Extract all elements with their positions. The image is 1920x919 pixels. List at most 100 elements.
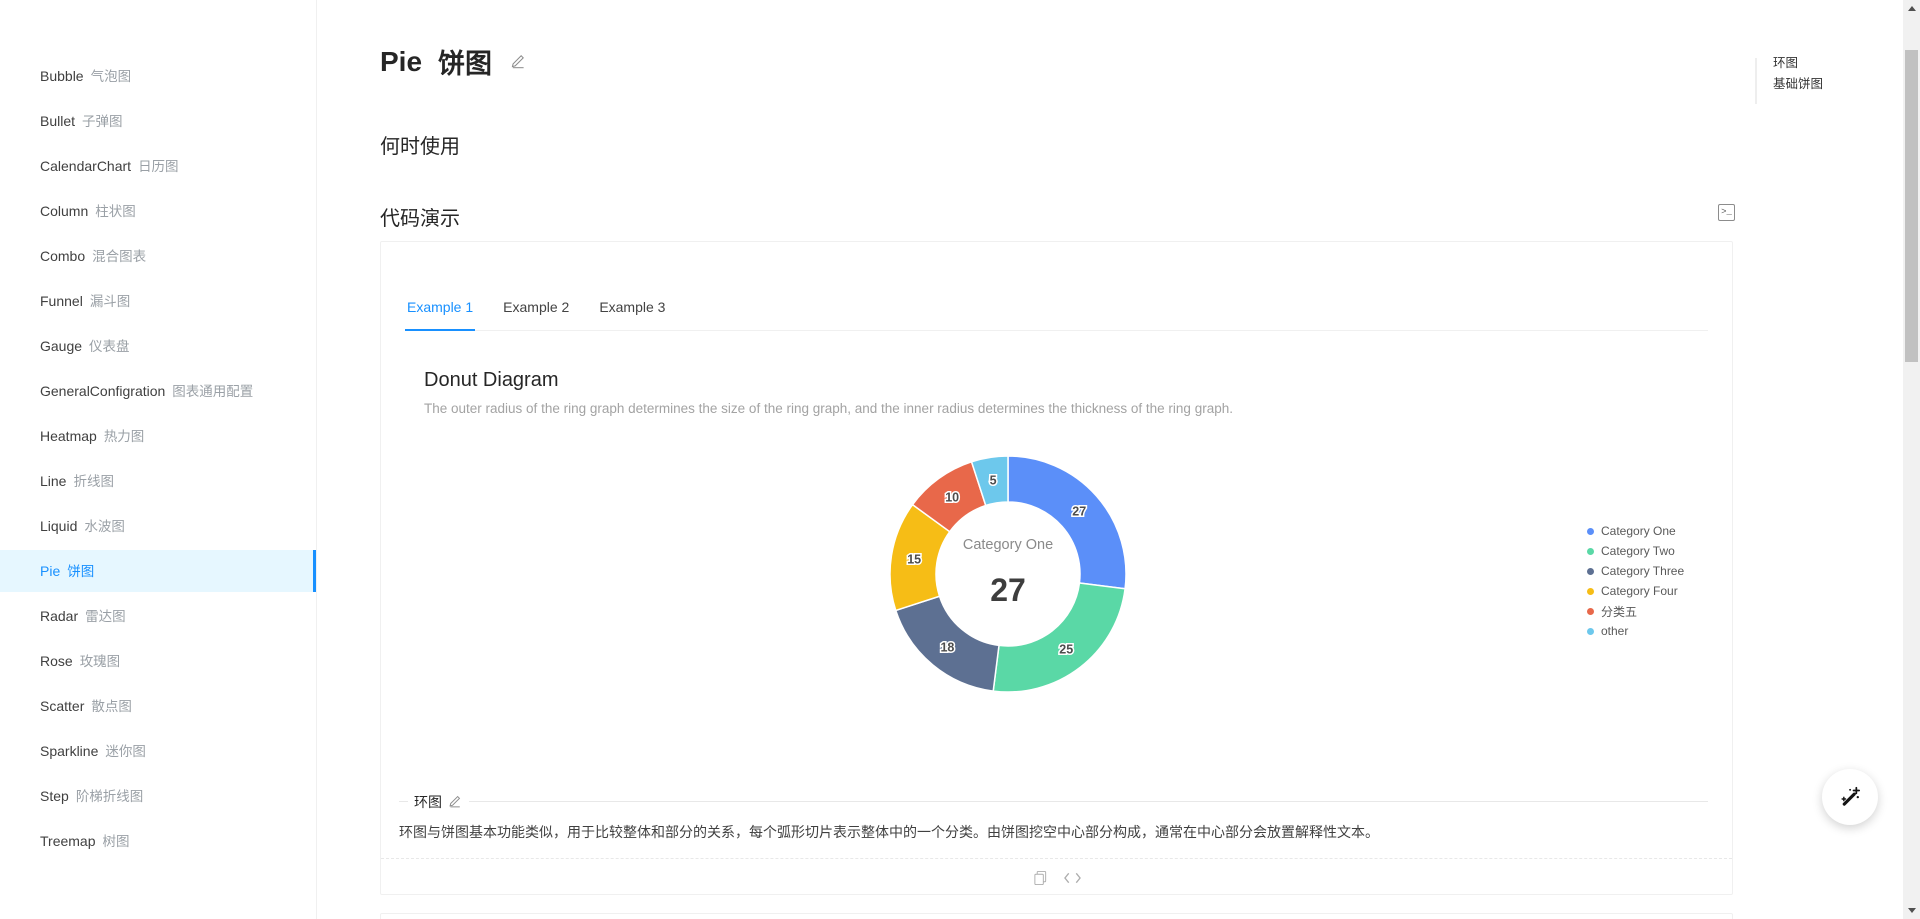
section-code-demo: 代码演示 <box>380 208 460 230</box>
sidebar-item-generalconfigration[interactable]: GeneralConfigration 图表通用配置 <box>0 370 316 412</box>
divider-line <box>469 801 1708 802</box>
magic-wand-icon <box>1838 785 1863 810</box>
sidebar-item-label-en: Bullet <box>40 113 76 129</box>
anchor-link-ring[interactable]: 环图 <box>1773 56 1823 71</box>
legend-label: Category One <box>1601 524 1676 538</box>
legend-dot <box>1587 527 1594 535</box>
sidebar-item-label-zh: 玫瑰图 <box>79 654 121 669</box>
anchor-rail <box>1755 58 1757 104</box>
scrollbar-thumb[interactable] <box>1905 50 1918 362</box>
sidebar-item-label-zh: 折线图 <box>73 474 114 489</box>
anchor-nav: 环图 基础饼图 <box>1755 56 1823 104</box>
magic-wand-fab[interactable] <box>1822 769 1878 825</box>
page: Bubble 气泡图 Bullet 子弹图 CalendarChart 日历图 Column… <box>0 0 1920 919</box>
divider-line <box>399 801 408 802</box>
sidebar-item-bullet[interactable]: Bullet 子弹图 <box>0 100 316 142</box>
sidebar-item-label-en: Combo <box>40 248 86 264</box>
sidebar-item-label-en: Rose <box>40 653 73 669</box>
sidebar-item-label-zh: 雷达图 <box>85 609 126 624</box>
anchor-link-basic-pie[interactable]: 基础饼图 <box>1773 77 1823 92</box>
card-actions <box>381 859 1732 896</box>
legend-label: 分类五 <box>1601 604 1638 619</box>
donut-chart-area: 27 25 18 15 10 5 Category One 27 <box>868 434 1148 714</box>
sidebar: Bubble 气泡图 Bullet 子弹图 CalendarChart 日历图 Column… <box>0 0 317 919</box>
sidebar-item-label-en: Bubble <box>40 68 84 84</box>
legend-item-分类五[interactable]: 分类五 <box>1587 603 1684 619</box>
donut-center-title: Category One <box>963 537 1053 553</box>
slice-label-category-one: 27 <box>1072 505 1086 519</box>
legend-item-category-two[interactable]: Category Two <box>1587 543 1684 559</box>
tab-example-3[interactable]: Example 3 <box>597 299 667 331</box>
legend-item-category-one[interactable]: Category One <box>1587 523 1684 539</box>
legend-dot <box>1587 587 1594 595</box>
donut-chart: 27 25 18 15 10 5 Category One 27 <box>889 455 1127 693</box>
sidebar-item-line[interactable]: Line 折线图 <box>0 460 316 502</box>
sidebar-item-label-zh: 热力图 <box>103 429 145 444</box>
legend-dot <box>1587 547 1594 555</box>
sidebar-item-combo[interactable]: Combo 混合图表 <box>0 235 316 277</box>
playground-terminal-icon[interactable]: >_ <box>1718 204 1735 221</box>
sidebar-item-label-en: Gauge <box>40 338 83 354</box>
sidebar-item-column[interactable]: Column 柱状图 <box>0 190 316 232</box>
sidebar-item-gauge[interactable]: Gauge 仪表盘 <box>0 325 316 367</box>
edit-title-icon[interactable] <box>510 54 525 69</box>
demo-card: Example 1 Example 2 Example 3 Donut Diagra… <box>380 241 1733 895</box>
sidebar-item-calendarchart[interactable]: CalendarChart 日历图 <box>0 145 316 187</box>
sidebar-item-label-zh: 阶梯折线图 <box>75 789 144 804</box>
sidebar-item-label-en: Sparkline <box>40 743 99 759</box>
slice-label-category-three: 18 <box>940 641 954 655</box>
legend-item-category-three[interactable]: Category Three <box>1587 563 1684 579</box>
sidebar-item-bubble[interactable]: Bubble 气泡图 <box>0 55 316 97</box>
next-demo-card <box>380 913 1733 919</box>
slice-label-category-two: 25 <box>1059 643 1073 657</box>
tab-example-2[interactable]: Example 2 <box>501 299 571 331</box>
sidebar-item-label-en: Pie <box>40 563 61 579</box>
copy-code-icon[interactable] <box>1033 870 1048 886</box>
sidebar-item-label-zh: 子弹图 <box>82 114 123 129</box>
sidebar-item-label-zh: 迷你图 <box>105 744 146 759</box>
sidebar-item-treemap[interactable]: Treemap 树图 <box>0 820 316 862</box>
sidebar-item-label-zh: 漏斗图 <box>89 294 131 309</box>
sidebar-item-label-en: CalendarChart <box>40 158 132 174</box>
sidebar-item-label-zh: 图表通用配置 <box>172 384 254 399</box>
edit-footer-icon[interactable] <box>448 795 461 808</box>
slice-label-category-four: 15 <box>907 553 921 567</box>
section-when-to-use: 何时使用 <box>380 136 460 158</box>
legend-dot <box>1587 627 1594 635</box>
sidebar-item-label-zh: 仪表盘 <box>89 339 130 354</box>
sidebar-item-label-en: Line <box>40 473 67 489</box>
page-title-zh: 饼图 <box>438 49 493 79</box>
chart-legend: Category One Category Two Category Three Ca… <box>1587 523 1684 643</box>
sidebar-item-label-zh: 树图 <box>102 834 130 849</box>
sidebar-item-label-en: Heatmap <box>40 428 97 444</box>
sidebar-item-step[interactable]: Step 阶梯折线图 <box>0 775 316 817</box>
sidebar-item-radar[interactable]: Radar 雷达图 <box>0 595 316 637</box>
sidebar-list: Bubble 气泡图 Bullet 子弹图 CalendarChart 日历图 Column… <box>0 0 316 862</box>
sidebar-item-scatter[interactable]: Scatter 散点图 <box>0 685 316 727</box>
legend-item-other[interactable]: other <box>1587 623 1684 639</box>
slice-label-分类五: 10 <box>945 491 959 505</box>
sidebar-item-rose[interactable]: Rose 玫瑰图 <box>0 640 316 682</box>
example-header: Donut Diagram The outer radius of the ri… <box>424 366 1233 416</box>
sidebar-item-label-zh: 混合图表 <box>92 249 147 264</box>
scrollbar-up-arrow[interactable] <box>1903 0 1920 17</box>
sidebar-item-pie[interactable]: Pie 饼图 <box>0 550 316 592</box>
legend-label: other <box>1601 624 1629 638</box>
sidebar-item-heatmap[interactable]: Heatmap 热力图 <box>0 415 316 457</box>
sidebar-item-sparkline[interactable]: Sparkline 迷你图 <box>0 730 316 772</box>
tab-example-1[interactable]: Example 1 <box>405 299 476 331</box>
example-tabs: Example 1 Example 2 Example 3 <box>405 242 1708 331</box>
legend-dot <box>1587 567 1594 575</box>
sidebar-item-label-zh: 气泡图 <box>90 69 132 84</box>
page-title-en: Pie <box>380 45 423 77</box>
page-title: Pie 饼图 <box>380 42 525 81</box>
show-code-icon[interactable] <box>1063 872 1081 884</box>
sidebar-item-label-en: Column <box>40 203 89 219</box>
legend-label: Category Four <box>1601 584 1678 598</box>
sidebar-item-funnel[interactable]: Funnel 漏斗图 <box>0 280 316 322</box>
scrollbar-down-arrow[interactable] <box>1903 902 1920 919</box>
sidebar-item-liquid[interactable]: Liquid 水波图 <box>0 505 316 547</box>
legend-item-category-four[interactable]: Category Four <box>1587 583 1684 599</box>
donut-slice-category-one[interactable] <box>1007 455 1127 590</box>
legend-label: Category Three <box>1601 564 1685 578</box>
